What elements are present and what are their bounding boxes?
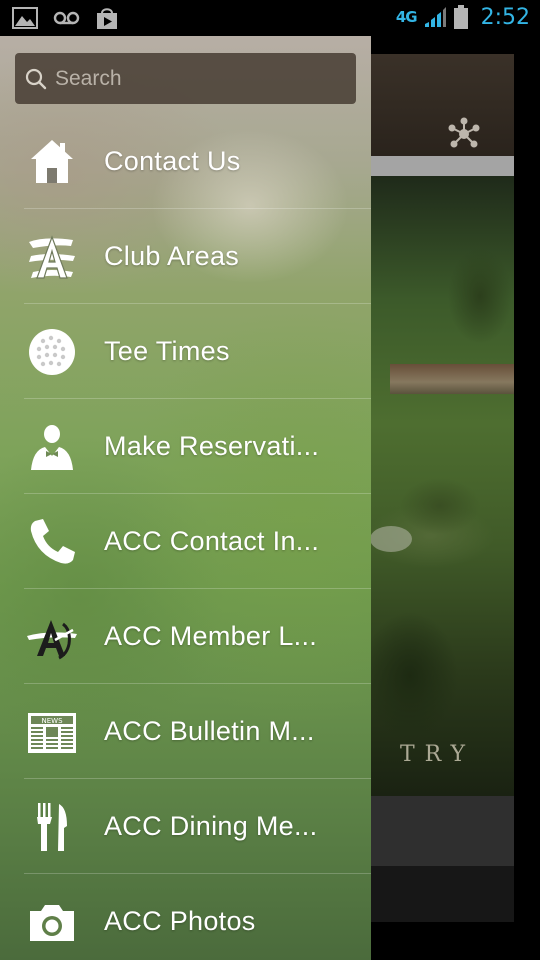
menu-item-acc-member-list[interactable]: ACC Member L...	[0, 589, 371, 684]
golf-course-photo	[370, 176, 514, 796]
background-bottom-bar	[370, 796, 514, 866]
fork-knife-icon	[37, 802, 67, 851]
menu-item-contact-us[interactable]: Contact Us	[0, 114, 371, 209]
system-icons: 4G 2:52	[396, 4, 530, 30]
menu-item-acc-contact-info[interactable]: ACC Contact In...	[0, 494, 371, 589]
menu-item-club-areas[interactable]: Club Areas	[0, 209, 371, 304]
status-bar: 4G 2:52	[0, 0, 540, 36]
letter-a-logo-icon	[29, 234, 75, 279]
clubhouse-shape	[390, 364, 514, 394]
background-edge	[514, 36, 540, 960]
menu-item-tee-times[interactable]: Tee Times	[0, 304, 371, 399]
golf-ball-icon	[29, 328, 75, 375]
photo-watermark: TRY	[400, 742, 476, 767]
battery-icon	[453, 5, 468, 29]
waiter-icon	[31, 424, 73, 470]
menu-item-make-reservation[interactable]: Make Reservati...	[0, 399, 371, 494]
menu-item-acc-dining-menu[interactable]: ACC Dining Me...	[0, 779, 371, 874]
svg-text:NEWS: NEWS	[41, 717, 63, 725]
menu-item-label: Contact Us	[104, 146, 241, 176]
acc-logo-icon	[27, 619, 77, 659]
menu-list: Contact Us Club Areas Tee Times Make Res…	[0, 114, 371, 960]
network-type: 4G	[395, 8, 418, 26]
play-store-icon	[97, 8, 117, 29]
search-icon	[25, 68, 47, 89]
background-divider	[370, 156, 514, 176]
menu-item-acc-bulletin[interactable]: NEWS ACC Bulletin M...	[0, 684, 371, 779]
background-bottom-bar-2	[370, 866, 514, 922]
signal-icon	[424, 7, 446, 27]
image-icon	[12, 7, 38, 29]
menu-item-label: ACC Photos	[104, 906, 256, 936]
menu-item-label: ACC Dining Me...	[104, 811, 318, 841]
voicemail-icon	[53, 11, 80, 25]
menu-item-label: Make Reservati...	[104, 431, 320, 461]
sand-trap-shape	[370, 526, 412, 552]
menu-item-label: Tee Times	[104, 336, 230, 366]
share-network-icon[interactable]	[446, 116, 482, 152]
navigation-drawer: Contact Us Club Areas	[0, 36, 371, 960]
camera-icon	[30, 904, 74, 941]
menu-item-label: ACC Contact In...	[104, 526, 320, 556]
clock: 2:52	[480, 4, 530, 30]
menu-item-acc-photos[interactable]: ACC Photos	[0, 874, 371, 960]
search-input[interactable]	[47, 53, 356, 104]
menu-item-label: ACC Bulletin M...	[104, 716, 315, 746]
background-app: TRY	[370, 36, 540, 960]
search-box[interactable]	[15, 53, 356, 104]
notification-icons	[12, 6, 120, 30]
menu-item-label: ACC Member L...	[104, 621, 318, 651]
newspaper-icon: NEWS	[28, 712, 76, 753]
background-header	[370, 54, 514, 156]
menu-item-label: Club Areas	[104, 241, 240, 271]
phone-icon	[30, 518, 75, 564]
house-icon	[31, 139, 73, 183]
